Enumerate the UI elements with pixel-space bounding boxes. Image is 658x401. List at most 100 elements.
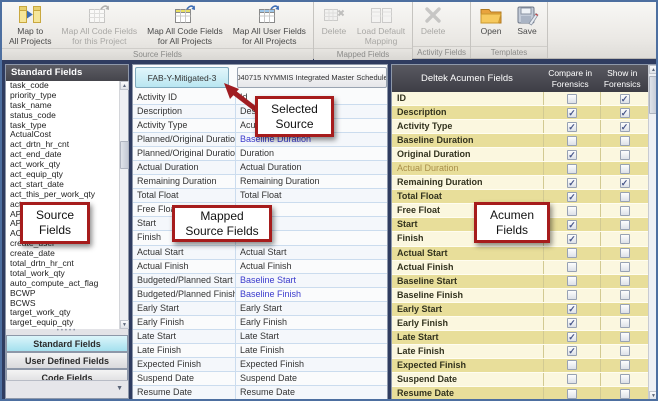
ribbon-button-map-to-all-projects[interactable]: Map to All Projects: [5, 3, 56, 48]
show-in-forensics-checkbox[interactable]: [620, 346, 630, 356]
acumen-field-row[interactable]: Baseline Finish: [392, 289, 657, 303]
show-in-forensics-checkbox[interactable]: [620, 136, 630, 146]
compare-in-forensics-checkbox[interactable]: ✓: [567, 150, 577, 160]
mapped-field-source2[interactable]: Actual Finish: [235, 260, 387, 273]
mapped-field-source1[interactable]: Late Finish: [133, 344, 235, 357]
mapped-field-source2[interactable]: Suspend Date: [235, 372, 387, 385]
ribbon-button-open[interactable]: Open: [474, 3, 508, 38]
mapping-row[interactable]: Suspend DateSuspend Date: [133, 372, 387, 386]
compare-in-forensics-checkbox[interactable]: [567, 276, 577, 286]
mapped-field-source2[interactable]: Actual Start: [235, 246, 387, 259]
scroll-down-icon[interactable]: ▼: [120, 320, 129, 329]
mapping-row[interactable]: Late StartLate Start: [133, 330, 387, 344]
mapped-field-source1[interactable]: Suspend Date: [133, 372, 235, 385]
mapped-field-source1[interactable]: Actual Duration: [133, 161, 235, 174]
compare-in-forensics-checkbox[interactable]: [567, 389, 577, 399]
mapping-row[interactable]: Planned/Original DurationDuration: [133, 147, 387, 161]
mapped-field-source2[interactable]: Actual Duration: [235, 161, 387, 174]
show-in-forensics-checkbox[interactable]: [620, 220, 630, 230]
mapped-field-source2[interactable]: Total Float: [235, 189, 387, 202]
acumen-field-row[interactable]: Baseline Start: [392, 275, 657, 289]
mapped-field-source2[interactable]: Late Finish: [235, 344, 387, 357]
show-in-forensics-checkbox[interactable]: [620, 318, 630, 328]
mapped-field-source2[interactable]: Early Start: [235, 302, 387, 315]
show-in-forensics-checkbox[interactable]: [620, 276, 630, 286]
acumen-field-row[interactable]: Actual Duration: [392, 162, 657, 176]
sidebar-category-standard-fields[interactable]: Standard Fields: [6, 335, 128, 352]
scrollbar-thumb[interactable]: [649, 76, 658, 114]
show-in-forensics-checkbox[interactable]: ✓: [620, 108, 630, 118]
ribbon-button-map-all-code-fields-for-all-projects[interactable]: Map All Code Fields for All Projects: [143, 3, 227, 48]
mapped-field-source2[interactable]: Baseline Start: [235, 274, 387, 287]
compare-in-forensics-checkbox[interactable]: [567, 290, 577, 300]
compare-in-forensics-checkbox[interactable]: ✓: [567, 122, 577, 132]
mapping-row[interactable]: Late FinishLate Finish: [133, 344, 387, 358]
compare-in-forensics-checkbox[interactable]: [567, 164, 577, 174]
mapped-field-source1[interactable]: Actual Finish: [133, 260, 235, 273]
scroll-up-icon[interactable]: ▲: [649, 65, 658, 74]
show-in-forensics-checkbox[interactable]: ✓: [620, 178, 630, 188]
compare-in-forensics-checkbox[interactable]: [567, 136, 577, 146]
scrollbar-thumb[interactable]: [120, 141, 129, 169]
show-in-forensics-checkbox[interactable]: [620, 374, 630, 384]
acumen-field-row[interactable]: Description✓✓: [392, 106, 657, 120]
show-in-forensics-checkbox[interactable]: [620, 206, 630, 216]
compare-in-forensics-checkbox[interactable]: ✓: [567, 332, 577, 342]
acumen-field-row[interactable]: ID✓: [392, 92, 657, 106]
compare-in-forensics-checkbox[interactable]: ✓: [567, 346, 577, 356]
source-field-item[interactable]: act_this_per_work_qty: [6, 190, 128, 200]
acumen-field-row[interactable]: Actual Finish: [392, 261, 657, 275]
mapping-row[interactable]: Budgeted/Planned FinishBaseline Finish: [133, 288, 387, 302]
acumen-field-row[interactable]: Original Duration✓: [392, 148, 657, 162]
mapped-field-source2[interactable]: Late Start: [235, 330, 387, 343]
acumen-field-row[interactable]: Resume Date: [392, 387, 657, 401]
mapped-field-source2[interactable]: Resume Date: [235, 386, 387, 399]
mapped-field-source1[interactable]: Budgeted/Planned Start: [133, 274, 235, 287]
source-field-item[interactable]: target_equip_qty: [6, 318, 128, 328]
sidebar-category-user-defined-fields[interactable]: User Defined Fields: [6, 352, 128, 369]
mapped-field-source2[interactable]: Remaining Duration: [235, 175, 387, 188]
acumen-scrollbar[interactable]: ▲ ▼: [648, 65, 657, 400]
mapping-row[interactable]: Actual StartActual Start: [133, 246, 387, 260]
mapping-row[interactable]: Budgeted/Planned StartBaseline Start: [133, 274, 387, 288]
mapped-field-source1[interactable]: Planned/Original Duration: [133, 133, 235, 146]
acumen-field-row[interactable]: Late Finish✓: [392, 345, 657, 359]
show-in-forensics-checkbox[interactable]: [620, 150, 630, 160]
chevron-down-icon[interactable]: ▼: [116, 385, 123, 392]
acumen-field-row[interactable]: Early Finish✓: [392, 317, 657, 331]
mapped-field-source1[interactable]: Resume Date: [133, 386, 235, 399]
mapped-field-source2[interactable]: Duration: [235, 147, 387, 160]
mapped-field-source1[interactable]: Planned/Original Duration: [133, 147, 235, 160]
mapping-row[interactable]: Remaining DurationRemaining Duration: [133, 175, 387, 189]
compare-in-forensics-checkbox[interactable]: [567, 248, 577, 258]
mapping-row[interactable]: Actual FinishActual Finish: [133, 260, 387, 274]
compare-in-forensics-checkbox[interactable]: ✓: [567, 192, 577, 202]
ribbon-button-save[interactable]: Save: [510, 3, 544, 38]
show-in-forensics-checkbox[interactable]: [620, 234, 630, 244]
scroll-up-icon[interactable]: ▲: [120, 81, 129, 90]
compare-in-forensics-checkbox[interactable]: ✓: [567, 318, 577, 328]
mapped-field-source1[interactable]: Budgeted/Planned Finish: [133, 288, 235, 301]
show-in-forensics-checkbox[interactable]: [620, 248, 630, 258]
mapping-row[interactable]: Expected FinishExpected Finish: [133, 358, 387, 372]
mapped-field-source1[interactable]: Remaining Duration: [133, 175, 235, 188]
compare-in-forensics-checkbox[interactable]: [567, 206, 577, 216]
show-in-forensics-checkbox[interactable]: [620, 304, 630, 314]
compare-in-forensics-checkbox[interactable]: [567, 262, 577, 272]
acumen-field-row[interactable]: Late Start✓: [392, 331, 657, 345]
mapping-row[interactable]: Actual DurationActual Duration: [133, 161, 387, 175]
mapped-field-source2[interactable]: Baseline Finish: [235, 288, 387, 301]
acumen-field-row[interactable]: Actual Start: [392, 247, 657, 261]
compare-in-forensics-checkbox[interactable]: [567, 94, 577, 104]
compare-in-forensics-checkbox[interactable]: ✓: [567, 108, 577, 118]
mapping-row[interactable]: Total FloatTotal Float: [133, 189, 387, 203]
show-in-forensics-checkbox[interactable]: [620, 360, 630, 370]
mapped-field-source1[interactable]: Expected Finish: [133, 358, 235, 371]
acumen-field-row[interactable]: Suspend Date: [392, 373, 657, 387]
mapped-field-source1[interactable]: Actual Start: [133, 246, 235, 259]
source-tab-fab-y-mitigated-3[interactable]: FAB-Y-Mitigated-3: [135, 67, 229, 88]
mapping-row[interactable]: Early FinishEarly Finish: [133, 316, 387, 330]
show-in-forensics-checkbox[interactable]: [620, 164, 630, 174]
mapped-field-source2[interactable]: Early Finish: [235, 316, 387, 329]
acumen-field-row[interactable]: Baseline Duration: [392, 134, 657, 148]
